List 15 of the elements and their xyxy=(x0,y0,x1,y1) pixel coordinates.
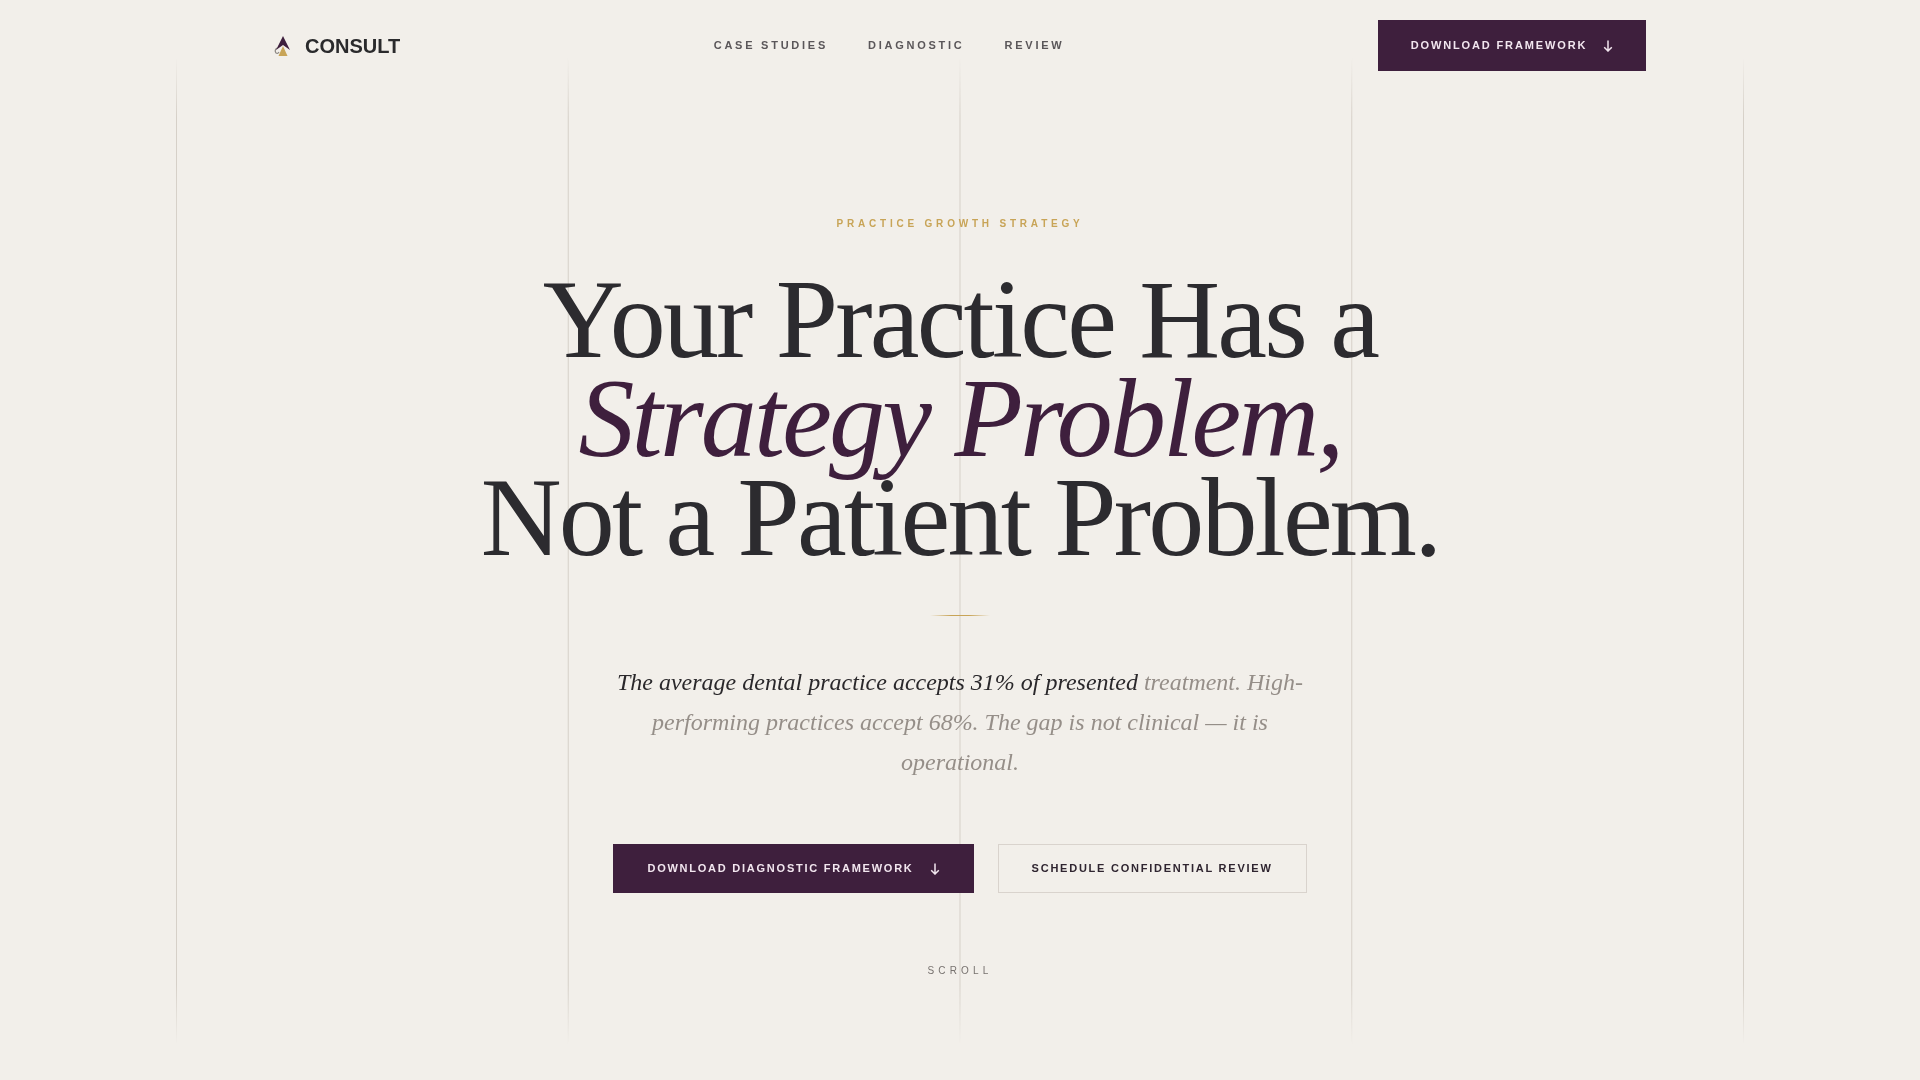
scroll-hint: SCROLL xyxy=(927,966,993,976)
logo-icon xyxy=(274,35,292,56)
intro-paragraph: The average dental practice accepts 31% of presented treatment. High-performing practices accept 68%. The gap is not clinical — it is operational. xyxy=(615,668,1305,777)
arrow-down-icon xyxy=(1603,39,1614,52)
nav-link[interactable]: CASE STUDIES xyxy=(713,40,828,51)
hero-headline: Your Practice Has a Strategy Problem, Not a Patient Problem. xyxy=(479,270,1441,567)
eyebrow-label: PRACTICE GROWTH STRATEGY xyxy=(836,219,1084,229)
schedule-review-button[interactable]: SCHEDULE CONFIDENTIAL REVIEW xyxy=(997,844,1307,893)
download-framework-button[interactable]: DOWNLOAD FRAMEWORK xyxy=(1378,20,1646,71)
nav-link[interactable]: DIAGNOSTIC xyxy=(868,40,965,51)
arrow-down-icon xyxy=(929,862,940,875)
download-diagnostic-button[interactable]: DOWNLOAD DIAGNOSTIC FRAMEWORK xyxy=(613,844,974,893)
accent-rule xyxy=(930,615,990,616)
nav-link[interactable]: REVIEW xyxy=(1004,40,1065,51)
logo-text[interactable]: CONSULT xyxy=(305,35,401,56)
